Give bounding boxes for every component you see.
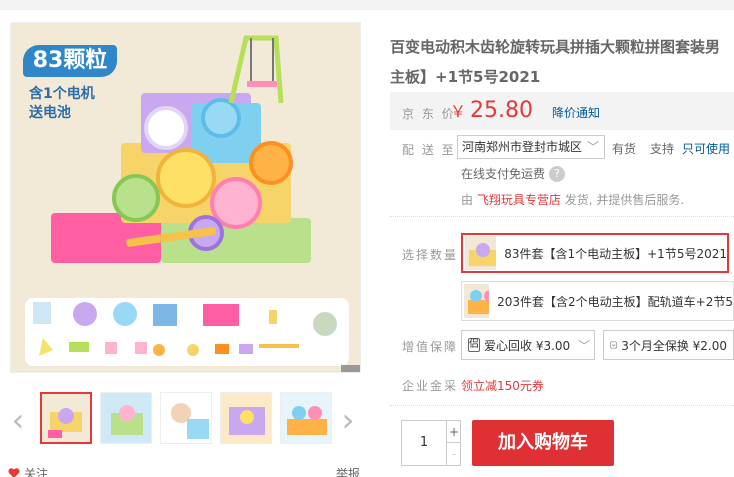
thumbnail-2[interactable] [100, 392, 152, 444]
top-bar [0, 0, 734, 10]
quantity-stepper: 1 + - [401, 420, 461, 466]
thumbnail-3[interactable] [160, 392, 212, 444]
thumbnail-1[interactable] [40, 392, 92, 444]
seller-suffix: 发货, 并提供售后服务. [564, 193, 685, 207]
free-shipping-text: 在线支付免运费 [461, 167, 546, 181]
address-value: 河南郑州市登封市城区 [462, 140, 583, 154]
service-protection-select[interactable]: 3个月全保换 ¥2.00 [603, 330, 734, 360]
shield-icon [610, 341, 617, 349]
option-item-203[interactable]: 203件套【含2个电动主板】配轨道车+2节5 [461, 281, 734, 321]
report-link[interactable]: 举报 [336, 465, 360, 477]
thumbnail-image [42, 394, 90, 442]
thumbnail-image [221, 393, 271, 443]
option-thumbnail [465, 236, 497, 270]
particle-count-badge: 83颗粒 [23, 45, 117, 77]
follow-button[interactable]: 关注 [8, 465, 48, 477]
thumbnail-strip [40, 392, 332, 444]
promo-line-motor: 含1个电机 [29, 86, 95, 102]
seller-prefix: 由 [461, 193, 474, 207]
thumb-next-arrow-icon[interactable]: › [338, 400, 358, 440]
option-select-label: 选择数量 [402, 248, 459, 262]
magnifier-icon [347, 371, 361, 373]
seller-shop-link[interactable]: 飞翔玩具专营店 [477, 193, 561, 207]
service-recycle-select[interactable]: 侣 爱心回收 ¥3.00 ﹀ [461, 330, 595, 360]
price-label: 京 东 价 [402, 107, 456, 121]
option-text: 83件套【含1个电动主板】+1节5号2021 [504, 246, 727, 261]
support-info: 支持 只可使用 [650, 140, 730, 157]
thumbnail-image [281, 393, 331, 443]
divider [390, 216, 734, 217]
address-selector[interactable]: 河南郑州市登封市城区 ﹀ [457, 135, 605, 159]
follow-label: 关注 [24, 467, 49, 477]
product-title-line1: 百变电动积木齿轮旋转玩具拼插大颗粒拼图套装男 [390, 38, 721, 56]
thumbnail-image [161, 393, 211, 443]
price-box: 京 东 价 ￥ 25.80 降价通知 [390, 92, 734, 130]
thumbnail-5[interactable] [280, 392, 332, 444]
price-value: ￥ 25.80 [450, 96, 533, 127]
quantity-plus-button[interactable]: + [446, 421, 461, 443]
free-shipping-note: 在线支付免运费 ? [461, 165, 566, 182]
divider [390, 405, 734, 406]
coupon-link[interactable]: 领立减150元券 [461, 377, 544, 394]
recycle-icon: 侣 [468, 338, 480, 352]
service-text: 3个月全保换 ¥2.00 [621, 338, 727, 353]
add-to-cart-button[interactable]: 加入购物车 [472, 420, 614, 466]
heart-icon [8, 468, 20, 477]
product-title: 百变电动积木齿轮旋转玩具拼插大颗粒拼图套装男 主板】+1节5号2021 [390, 32, 734, 92]
delivery-label: 配 送 至 [402, 143, 456, 157]
option-thumbnail [464, 284, 490, 318]
enterprise-label: 企业金采 [402, 379, 459, 393]
product-title-line2: 主板】+1节5号2021 [390, 68, 541, 86]
thumb-prev-arrow-icon[interactable]: ‹ [8, 400, 28, 440]
parts-list-graphic [33, 302, 337, 356]
zoom-button[interactable] [341, 365, 361, 373]
service-text: 爱心回收 ¥3.00 [484, 338, 571, 353]
thumbnail-image [101, 393, 151, 443]
chevron-down-icon: ﹀ [586, 140, 599, 154]
support-label: 支持 [650, 142, 675, 156]
support-link[interactable]: 只可使用 [682, 142, 730, 156]
thumbnail-4[interactable] [220, 392, 272, 444]
main-product-image[interactable]: 83颗粒 含1个电机 送电池 [10, 22, 361, 373]
seller-info: 由 飞翔玩具专营店 发货, 并提供售后服务. [461, 191, 684, 208]
quantity-minus-button[interactable]: - [446, 443, 461, 465]
parts-list-panel [25, 298, 349, 366]
price-drop-notice-link[interactable]: 降价通知 [552, 104, 600, 121]
stock-status: 有货 [612, 142, 637, 156]
option-text: 203件套【含2个电动主板】配轨道车+2节5 [497, 294, 733, 309]
value-added-label: 增值保障 [402, 340, 459, 354]
question-icon[interactable]: ? [549, 165, 566, 182]
quantity-input[interactable]: 1 [402, 421, 446, 465]
price-amount: 25.80 [470, 98, 533, 123]
promo-line-battery: 送电池 [29, 105, 71, 121]
promo-text: 含1个电机 送电池 [29, 85, 119, 123]
chevron-down-icon: ﹀ [578, 338, 591, 353]
option-item-83[interactable]: 83件套【含1个电动主板】+1节5号2021 [461, 233, 729, 273]
currency-symbol: ￥ [450, 102, 467, 121]
